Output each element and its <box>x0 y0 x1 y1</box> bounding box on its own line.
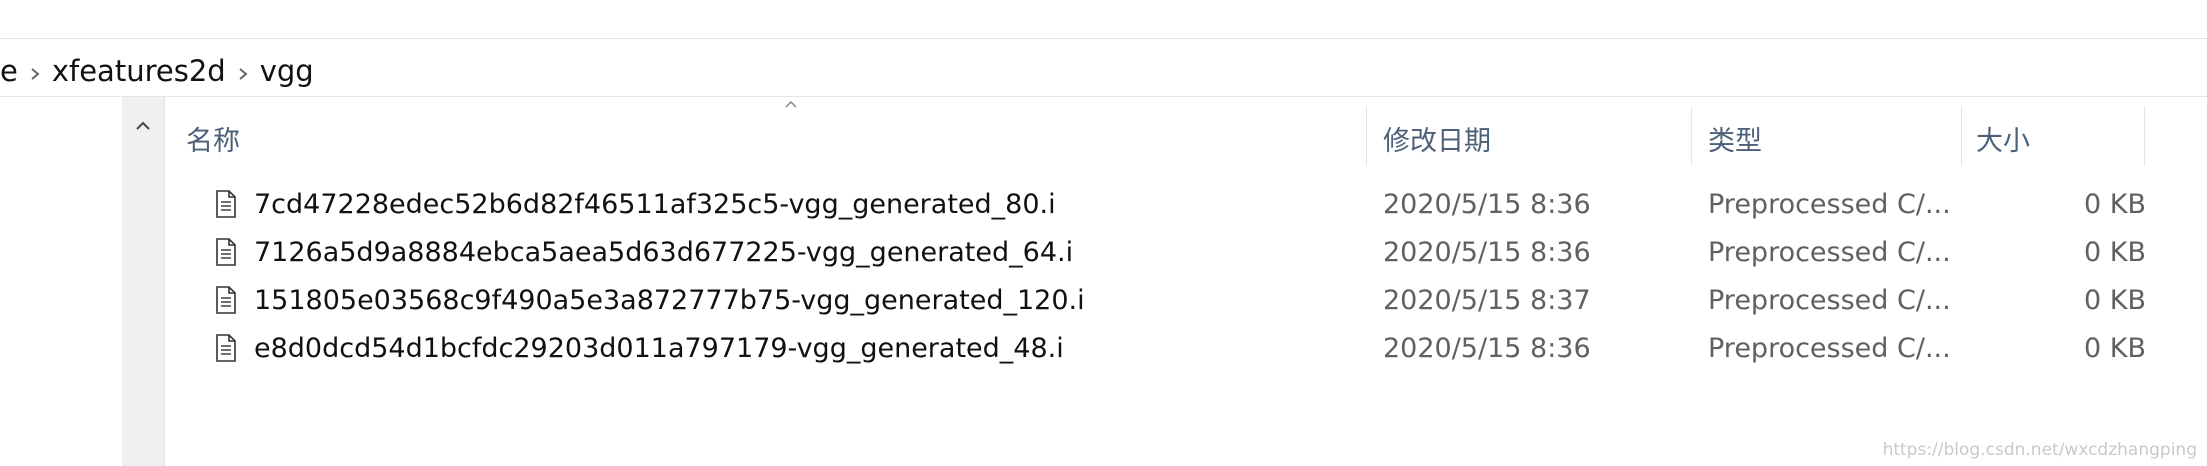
file-type: Preprocessed C/... <box>1708 188 1951 220</box>
file-explorer-window: e xfeatures2d vgg 名称 修改日期 类型 大小 7cd47228… <box>0 0 2207 466</box>
file-size: 0 KB <box>2084 332 2146 364</box>
file-size: 0 KB <box>2084 236 2146 268</box>
file-type: Preprocessed C/... <box>1708 332 1951 364</box>
column-header-type[interactable]: 类型 <box>1668 118 1938 158</box>
file-date: 2020/5/15 8:36 <box>1383 332 1591 364</box>
file-list: 7cd47228edec52b6d82f46511af325c5-vgg_gen… <box>166 180 2166 372</box>
breadcrumb-item-xfeatures2d[interactable]: xfeatures2d <box>52 54 226 88</box>
column-header-row: 名称 修改日期 类型 大小 <box>166 100 2166 170</box>
file-row[interactable]: 7cd47228edec52b6d82f46511af325c5-vgg_gen… <box>166 180 2166 228</box>
file-row[interactable]: 151805e03568c9f490a5e3a872777b75-vgg_gen… <box>166 276 2166 324</box>
file-date: 2020/5/15 8:36 <box>1383 188 1591 220</box>
file-date: 2020/5/15 8:37 <box>1383 284 1591 316</box>
watermark: https://blog.csdn.net/wxcdzhangping <box>1882 440 2197 460</box>
file-type: Preprocessed C/... <box>1708 284 1951 316</box>
breadcrumb-item-parent[interactable]: e <box>0 54 18 88</box>
file-size: 0 KB <box>2084 188 2146 220</box>
file-name[interactable]: 7cd47228edec52b6d82f46511af325c5-vgg_gen… <box>254 189 1056 220</box>
file-name[interactable]: e8d0dcd54d1bcfdc29203d011a797179-vgg_gen… <box>254 333 1064 364</box>
file-type: Preprocessed C/... <box>1708 236 1951 268</box>
breadcrumb[interactable]: e xfeatures2d vgg <box>0 46 2207 97</box>
file-row[interactable]: 7126a5d9a8884ebca5aea5d63d677225-vgg_gen… <box>166 228 2166 276</box>
column-divider[interactable] <box>2144 106 2145 166</box>
toolbar-area <box>0 0 2207 39</box>
file-date: 2020/5/15 8:36 <box>1383 236 1591 268</box>
column-header-name[interactable]: 名称 <box>146 118 1316 158</box>
file-name[interactable]: 151805e03568c9f490a5e3a872777b75-vgg_gen… <box>254 285 1085 316</box>
chevron-right-icon[interactable] <box>18 54 52 88</box>
chevron-right-icon[interactable] <box>226 54 260 88</box>
navigation-pane <box>0 97 122 466</box>
column-header-size[interactable]: 大小 <box>1936 118 2126 158</box>
breadcrumb-item-vgg[interactable]: vgg <box>260 54 314 88</box>
file-size: 0 KB <box>2084 284 2146 316</box>
file-row[interactable]: e8d0dcd54d1bcfdc29203d011a797179-vgg_gen… <box>166 324 2166 372</box>
chevron-up-icon <box>773 100 809 118</box>
file-name[interactable]: 7126a5d9a8884ebca5aea5d63d677225-vgg_gen… <box>254 237 1073 268</box>
column-header-date[interactable]: 修改日期 <box>1343 118 1668 158</box>
